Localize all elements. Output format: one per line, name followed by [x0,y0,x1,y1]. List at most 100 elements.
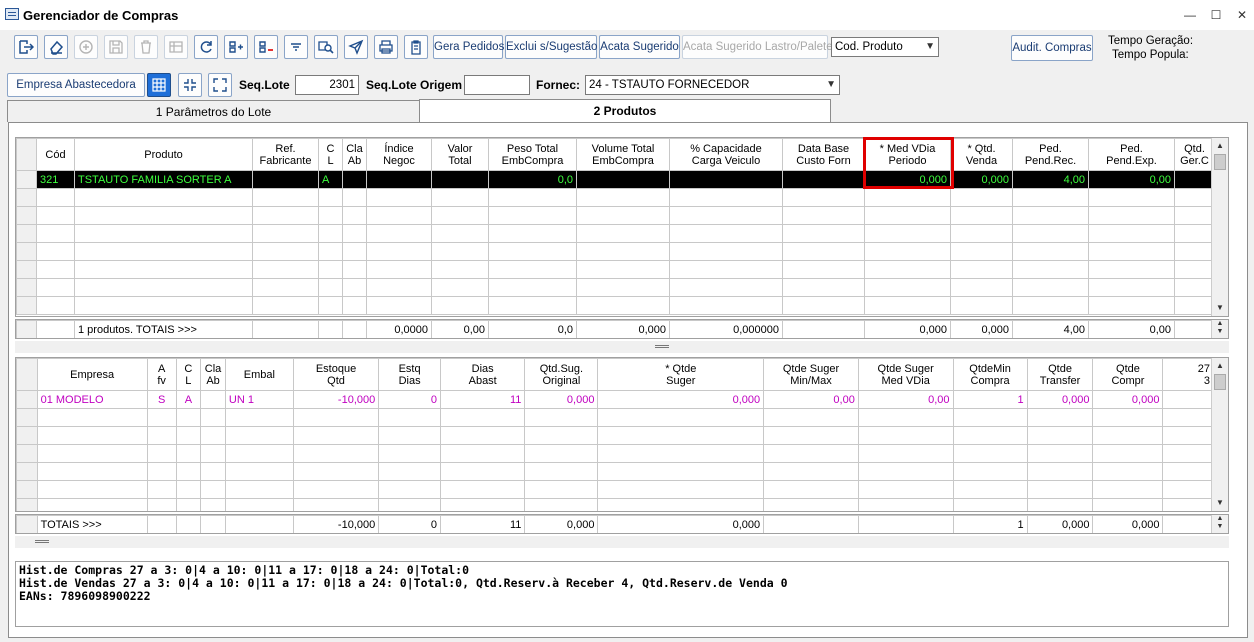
cell[interactable] [1092,498,1164,511]
cell[interactable] [292,408,380,427]
cell[interactable] [1092,408,1164,427]
cell[interactable]: 321 [36,170,75,189]
cell[interactable] [318,224,343,243]
cell[interactable] [175,480,202,499]
cell[interactable]: 1 [952,390,1028,409]
cell[interactable]: TSTAUTO FAMILIA SORTER A [74,170,253,189]
cell[interactable] [1088,206,1175,225]
empty-row[interactable] [16,444,1214,463]
row-header-cell[interactable] [16,296,37,315]
empty-row[interactable] [16,498,1214,511]
cell[interactable]: 0,00 [857,390,954,409]
col-header[interactable]: 27 3 [1162,358,1214,391]
cell[interactable] [488,224,577,243]
cell[interactable]: 11 [439,390,526,409]
exclui-sugestao-button[interactable]: Exclui s/Sugestão [505,35,597,59]
empty-row[interactable] [16,206,1215,225]
cell[interactable] [224,462,294,481]
row-header-cell[interactable] [16,462,38,481]
cell[interactable] [36,426,148,445]
cell[interactable] [763,444,859,463]
row-header-cell[interactable] [16,408,38,427]
cell[interactable] [950,278,1013,297]
cell[interactable] [669,188,783,207]
col-header[interactable]: Qtd. Ger.C [1174,138,1215,171]
cell[interactable] [524,426,599,445]
cell[interactable] [366,170,432,189]
cell[interactable] [200,444,226,463]
cell[interactable] [200,498,226,511]
cell[interactable] [597,462,765,481]
cell[interactable] [1174,242,1215,261]
cell[interactable] [488,278,577,297]
cell[interactable] [597,426,765,445]
cell[interactable] [175,498,202,511]
row-header-cell[interactable] [16,242,37,261]
cell[interactable] [146,408,177,427]
col-header[interactable]: Valor Total [431,138,489,171]
cell[interactable] [669,296,783,315]
row-header-cell[interactable] [16,480,38,499]
col-header[interactable]: * Qtde Suger [597,358,765,391]
acata-sugerido-button[interactable]: Acata Sugerido [599,35,680,59]
cell[interactable] [439,462,526,481]
cell[interactable] [292,480,380,499]
row-header-cell[interactable] [16,390,38,409]
scroll-down-icon[interactable]: ▼ [1212,495,1228,511]
cell[interactable] [342,242,367,261]
print-icon[interactable] [374,35,398,59]
cell[interactable] [1026,462,1094,481]
empresa-abastecedora-button[interactable]: Empresa Abastecedora [7,73,145,97]
cell[interactable] [200,480,226,499]
empty-row[interactable] [16,242,1215,261]
col-header[interactable]: Qtde Suger Min/Max [763,358,859,391]
cell[interactable] [431,260,489,279]
cell[interactable] [74,224,253,243]
add-list-icon[interactable] [224,35,248,59]
col-header[interactable]: Qtde Transfer [1026,358,1094,391]
cell[interactable] [669,224,783,243]
cell[interactable] [782,170,865,189]
cell[interactable] [36,462,148,481]
cell[interactable] [763,426,859,445]
cell[interactable] [864,188,951,207]
table-icon[interactable] [164,35,188,59]
cell[interactable] [366,188,432,207]
col-header[interactable]: Estq Dias [378,358,441,391]
cell[interactable] [431,242,489,261]
cell[interactable] [1012,188,1089,207]
empty-row[interactable] [16,426,1214,445]
cell[interactable] [950,242,1013,261]
cell[interactable] [950,206,1013,225]
cell[interactable] [857,480,954,499]
cell[interactable] [857,462,954,481]
cell[interactable] [439,444,526,463]
cell[interactable] [669,260,783,279]
cell[interactable] [224,498,294,511]
cell[interactable] [1162,408,1214,427]
refresh-icon[interactable] [194,35,218,59]
cell[interactable] [1174,278,1215,297]
table-row[interactable]: 321 TSTAUTO FAMILIA SORTER A A 0,0 0,000… [16,170,1215,189]
eraser-icon[interactable] [44,35,68,59]
cell[interactable]: A [318,170,343,189]
cell[interactable] [366,260,432,279]
historico-memo[interactable]: Hist.de Compras 27 a 3: 0|4 a 10: 0|11 a… [15,561,1229,627]
cell[interactable] [252,206,319,225]
cell[interactable] [488,242,577,261]
cell[interactable] [378,480,441,499]
cell[interactable] [74,278,253,297]
col-header[interactable]: Ped. Pend.Exp. [1088,138,1175,171]
cell[interactable] [576,188,670,207]
cell[interactable] [292,444,380,463]
cell[interactable] [36,480,148,499]
cell[interactable] [1162,444,1214,463]
cell[interactable] [378,498,441,511]
cell[interactable] [1088,242,1175,261]
col-header[interactable]: Dias Abast [439,358,526,391]
cell[interactable]: 0,00 [1088,170,1175,189]
col-header[interactable]: Cla Ab [342,138,367,171]
cell[interactable] [431,296,489,315]
cell[interactable] [952,462,1028,481]
scroll-up-icon[interactable]: ▲ [1212,358,1228,374]
